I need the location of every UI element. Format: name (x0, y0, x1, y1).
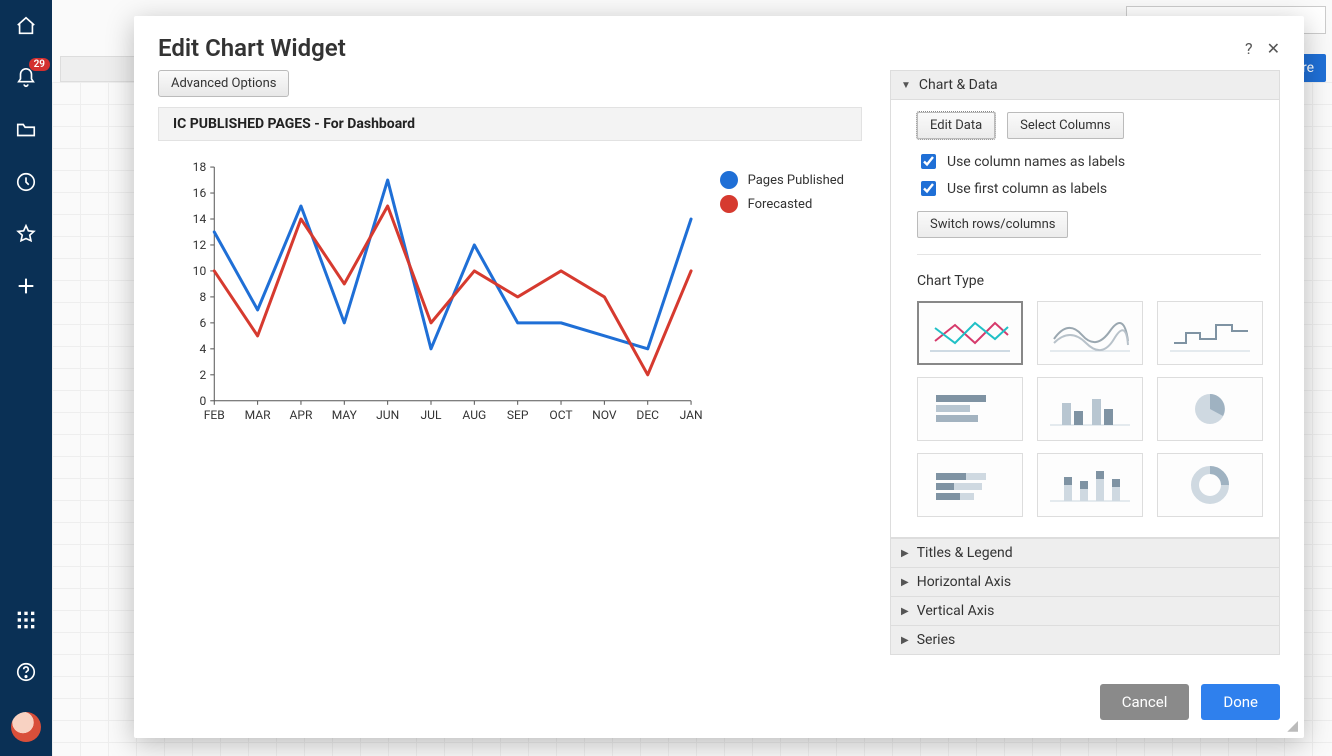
chart-preview: 0 2 4 6 8 10 12 14 16 18 FEB MAR APR MAY JUN JUL AUG SEP O… (158, 141, 862, 441)
svg-text:DEC: DEC (636, 408, 659, 422)
chart-type-pie[interactable] (1157, 377, 1263, 441)
chevron-right-icon: ▶ (901, 548, 909, 559)
chevron-right-icon: ▶ (901, 606, 909, 617)
chart-type-line[interactable] (917, 301, 1023, 365)
cancel-button[interactable]: Cancel (1100, 684, 1190, 720)
advanced-options-button[interactable]: Advanced Options (158, 70, 289, 97)
section-horizontal-axis[interactable]: ▶ Horizontal Axis (891, 567, 1279, 596)
svg-text:10: 10 (193, 264, 207, 278)
resize-grip-icon[interactable]: ◢ (1287, 718, 1298, 734)
content-area: Share Edit Chart Widget ? ✕ Advanced Opt… (52, 0, 1332, 756)
svg-text:FEB: FEB (204, 408, 225, 422)
chart-type-label: Chart Type (917, 273, 1261, 289)
svg-text:14: 14 (193, 212, 207, 226)
svg-text:OCT: OCT (549, 408, 572, 422)
svg-text:JUN: JUN (376, 408, 399, 422)
star-icon[interactable] (14, 222, 38, 246)
section-titles-legend[interactable]: ▶ Titles & Legend (891, 538, 1279, 567)
legend-dot-red (720, 195, 738, 213)
select-columns-button[interactable]: Select Columns (1007, 112, 1123, 139)
bell-icon[interactable]: 29 (14, 66, 38, 90)
chevron-right-icon: ▶ (901, 635, 909, 646)
svg-text:MAY: MAY (332, 408, 358, 422)
svg-text:NOV: NOV (592, 408, 617, 422)
checkbox-first-col-input[interactable] (921, 181, 936, 196)
chart-type-donut[interactable] (1157, 453, 1263, 517)
switch-rows-cols-button[interactable]: Switch rows/columns (917, 211, 1068, 238)
svg-text:0: 0 (199, 394, 206, 408)
svg-text:4: 4 (199, 342, 206, 356)
app-sidebar: 29 (0, 0, 52, 756)
svg-text:6: 6 (199, 316, 206, 330)
edit-chart-modal: Edit Chart Widget ? ✕ Advanced Options I… (134, 16, 1304, 738)
section-vertical-axis[interactable]: ▶ Vertical Axis (891, 596, 1279, 625)
modal-help-icon[interactable]: ? (1245, 39, 1253, 58)
recent-icon[interactable] (14, 170, 38, 194)
section-series[interactable]: ▶ Series (891, 625, 1279, 654)
svg-text:JAN: JAN (680, 408, 703, 422)
chart-settings-panel: ▼ Chart & Data Edit Data Select Columns … (890, 70, 1280, 666)
chart-title: IC PUBLISHED PAGES - For Dashboard (158, 107, 862, 141)
checkbox-col-names-input[interactable] (921, 154, 936, 169)
svg-text:APR: APR (290, 408, 313, 422)
modal-title: Edit Chart Widget (158, 34, 1245, 62)
svg-text:MAR: MAR (245, 408, 271, 422)
svg-text:2: 2 (199, 368, 206, 382)
chevron-right-icon: ▶ (901, 577, 909, 588)
chart-type-grid (917, 301, 1261, 517)
section-chart-data[interactable]: ▼ Chart & Data (891, 71, 1279, 99)
home-icon[interactable] (14, 14, 38, 38)
chart-type-stacked-bar-h[interactable] (917, 453, 1023, 517)
legend-label-2: Forecasted (748, 197, 813, 212)
chart-type-step-line[interactable] (1157, 301, 1263, 365)
apps-icon[interactable] (14, 608, 38, 632)
legend-dot-blue (720, 171, 738, 189)
plus-icon[interactable] (14, 274, 38, 298)
chart-type-bar-v[interactable] (1037, 377, 1143, 441)
notification-badge: 29 (29, 58, 50, 71)
chart-type-bar-h[interactable] (917, 377, 1023, 441)
checkbox-col-names[interactable]: Use column names as labels (917, 151, 1261, 172)
svg-text:JUL: JUL (421, 408, 442, 422)
chart-type-smooth-line[interactable] (1037, 301, 1143, 365)
svg-text:12: 12 (193, 238, 207, 252)
svg-text:8: 8 (199, 290, 206, 304)
svg-text:16: 16 (193, 186, 207, 200)
svg-text:SEP: SEP (507, 408, 529, 422)
modal-close-icon[interactable]: ✕ (1267, 39, 1280, 58)
chart-legend: Pages Published Forecasted (720, 171, 844, 219)
svg-text:18: 18 (193, 160, 207, 174)
legend-label-1: Pages Published (748, 173, 844, 188)
svg-text:AUG: AUG (462, 408, 486, 422)
edit-data-button[interactable]: Edit Data (917, 112, 995, 139)
help-icon[interactable] (14, 660, 38, 684)
folder-icon[interactable] (14, 118, 38, 142)
chevron-down-icon: ▼ (901, 80, 911, 91)
avatar[interactable] (11, 712, 41, 742)
checkbox-first-col[interactable]: Use first column as labels (917, 178, 1261, 199)
done-button[interactable]: Done (1201, 684, 1280, 720)
chart-type-stacked-bar-v[interactable] (1037, 453, 1143, 517)
